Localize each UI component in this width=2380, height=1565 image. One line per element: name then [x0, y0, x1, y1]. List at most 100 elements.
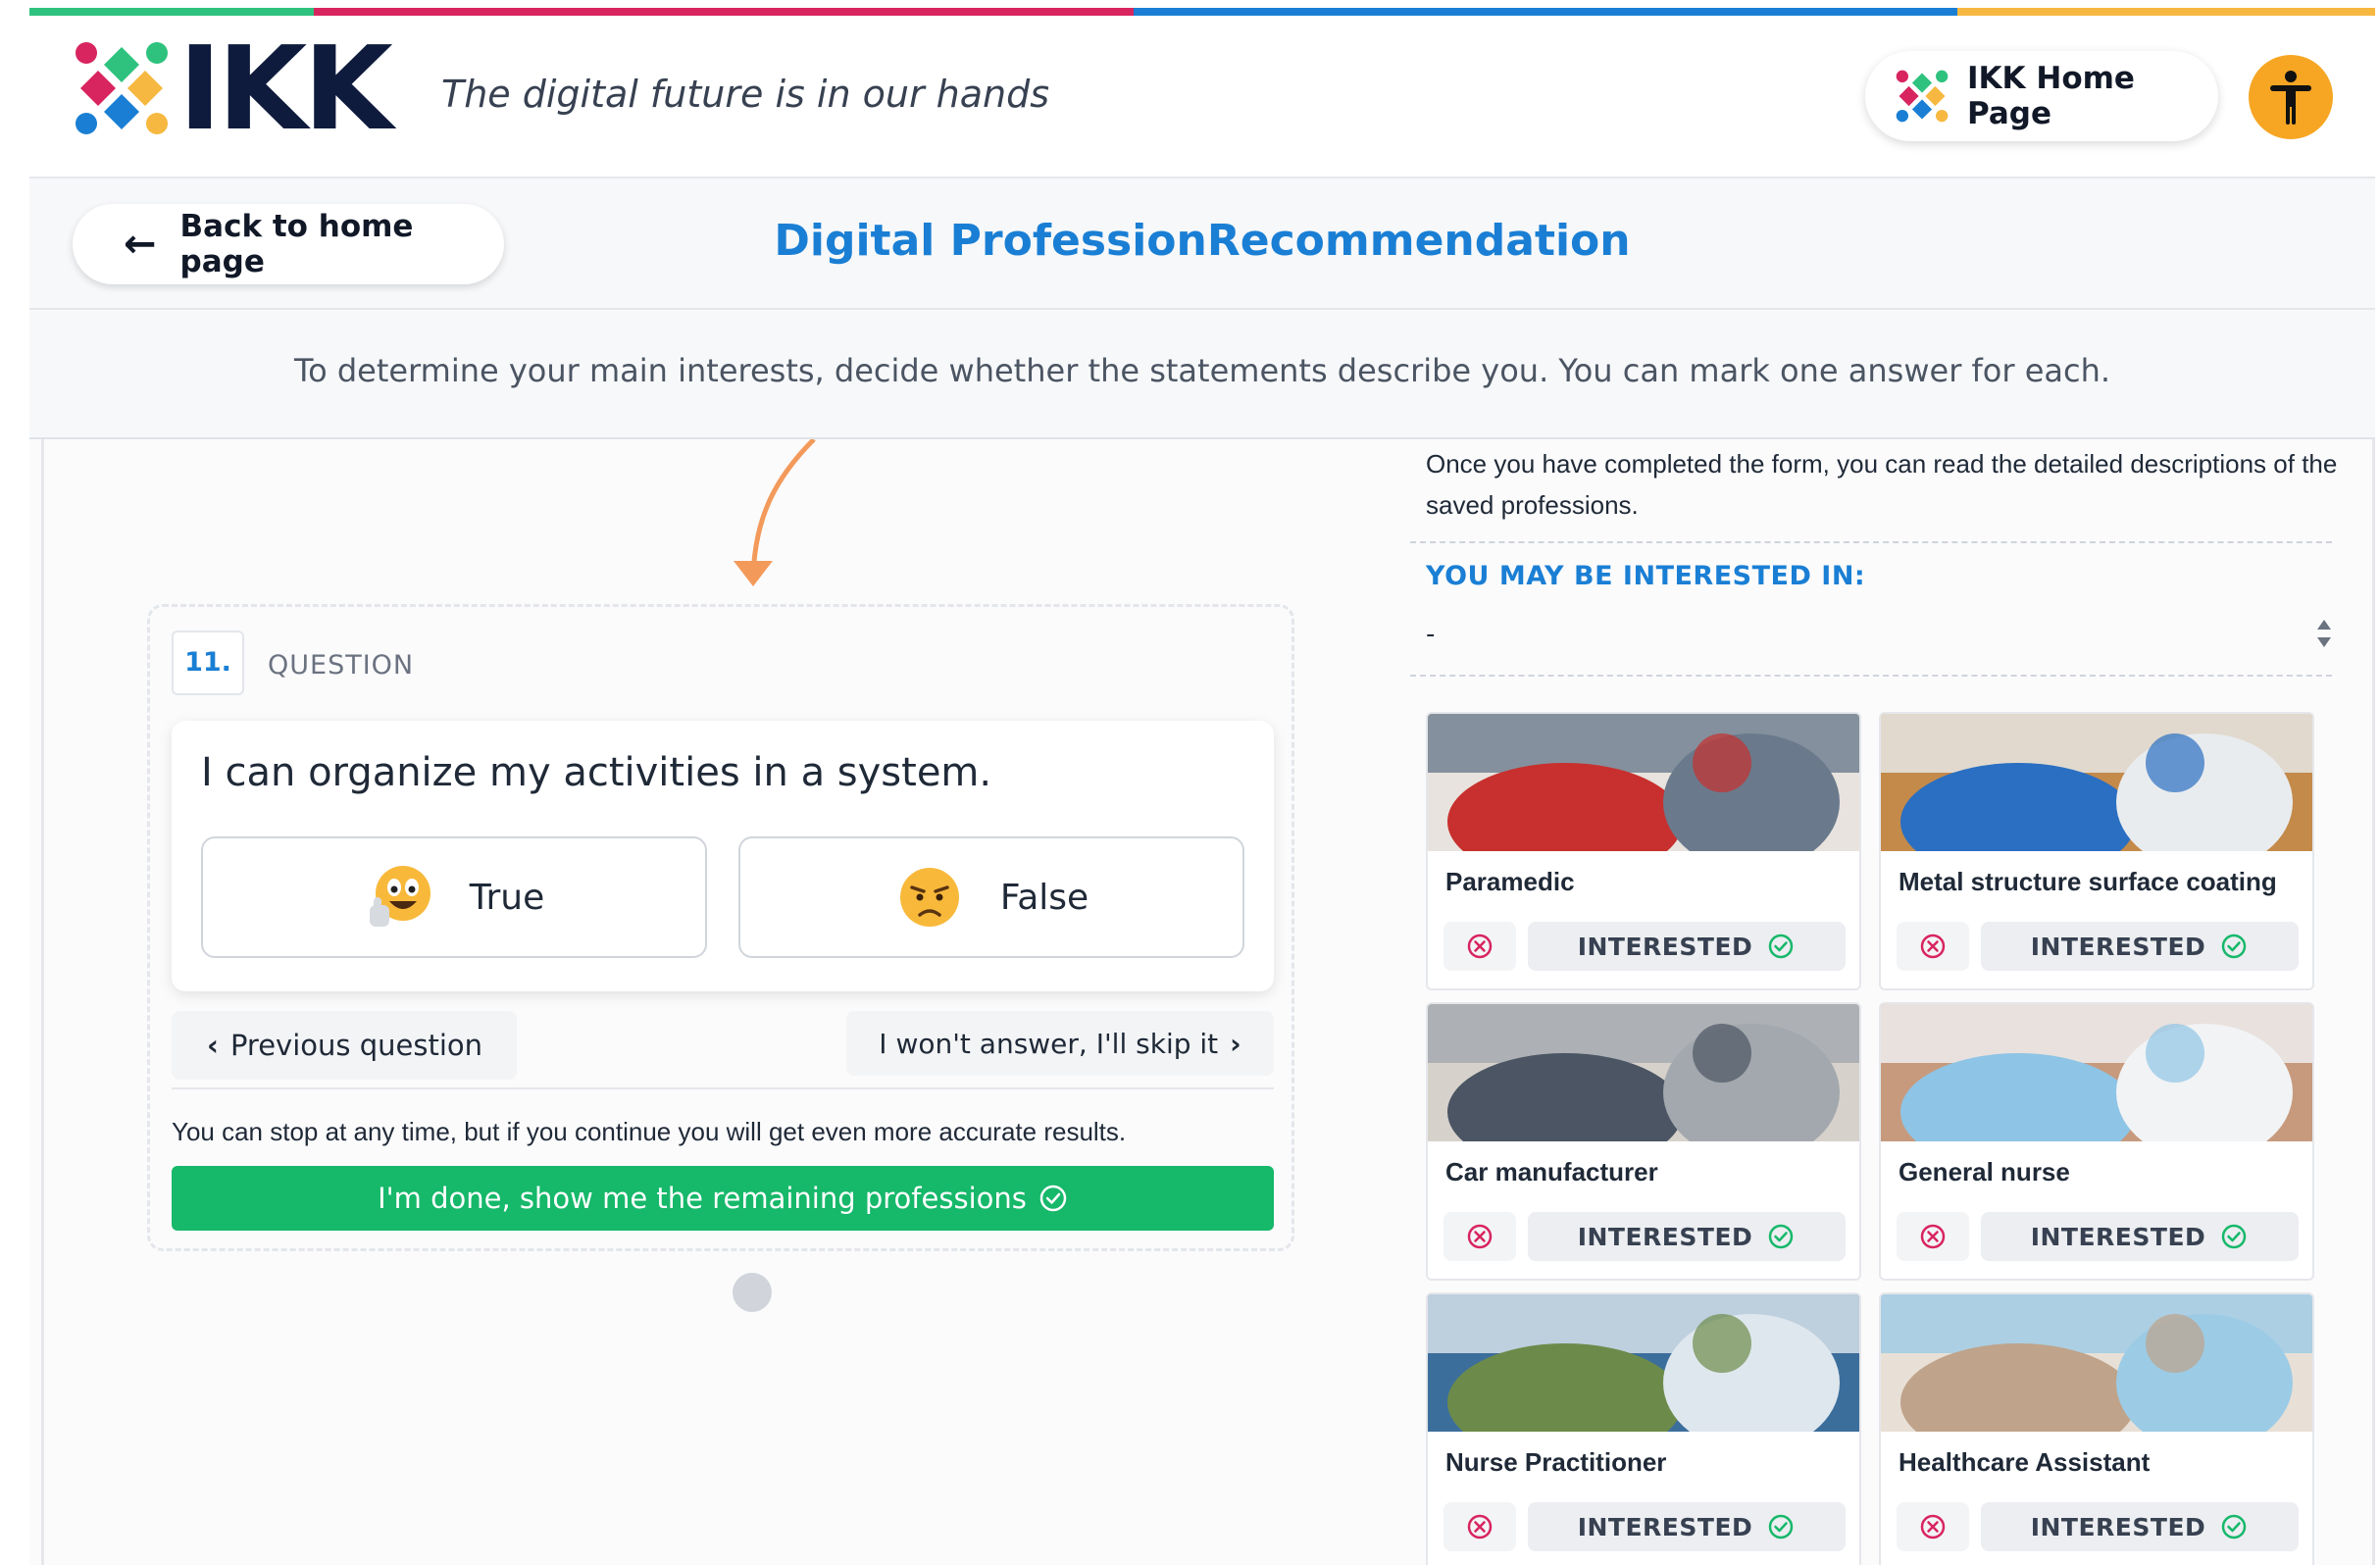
answer-true-label: True: [469, 877, 545, 918]
ikk-mini-logo-icon: [1895, 69, 1950, 124]
ikk-home-page-button[interactable]: IKK Home Page: [1865, 51, 2218, 141]
interested-button[interactable]: INTERESTED: [1981, 922, 2299, 971]
interested-button[interactable]: INTERESTED: [1981, 1212, 2299, 1261]
top-color-strip: [29, 8, 2375, 16]
profession-photo: [1881, 1004, 2312, 1141]
interested-label: INTERESTED: [1577, 1512, 1753, 1541]
answer-false-label: False: [999, 877, 1089, 918]
interested-button[interactable]: INTERESTED: [1981, 1502, 2299, 1551]
ikk-logo-icon: [73, 39, 171, 137]
logo-text: IKK: [178, 21, 393, 156]
stop-anytime-text: You can stop at any time, but if you con…: [172, 1117, 1127, 1146]
profession-card[interactable]: Metal structure surface coating INTERESTE…: [1879, 712, 2314, 990]
close-circle-icon: [1920, 934, 1946, 959]
sort-select[interactable]: -: [1426, 620, 1435, 649]
check-circle-icon: [1769, 934, 1794, 959]
left-border: [41, 439, 44, 1565]
done-show-professions-button[interactable]: I'm done, show me the remaining professi…: [172, 1166, 1274, 1231]
check-circle-icon: [1769, 1224, 1794, 1249]
profession-card[interactable]: Car manufacturer INTERESTED: [1426, 1002, 1861, 1281]
answer-false-button[interactable]: False: [738, 836, 1244, 958]
divider: [1410, 541, 2332, 543]
main-area: 11. QUESTION I can organize my activitie…: [29, 439, 2375, 1565]
arrow-left-icon: ←: [124, 222, 157, 267]
check-circle-icon: [2222, 1224, 2247, 1249]
close-circle-icon: [1467, 934, 1493, 959]
right-border: [2372, 439, 2375, 1565]
interested-label: INTERESTED: [2030, 1222, 2206, 1251]
profession-photo: [1881, 714, 2312, 851]
interested-label: INTERESTED: [2030, 932, 2206, 961]
profession-name: Paramedic: [1445, 867, 1575, 896]
profession-card[interactable]: General nurse INTERESTED: [1879, 1002, 2314, 1281]
title-bar: Digital ProfessionRecommendation ← Back …: [29, 178, 2375, 310]
question-navigation: ‹ Previous question I won't answer, I'll…: [172, 1011, 1274, 1089]
not-interested-button[interactable]: [1897, 1502, 1969, 1551]
interest-heading: YOU MAY BE INTERESTED IN:: [1426, 561, 1866, 591]
select-arrows-icon[interactable]: [2314, 614, 2334, 653]
profession-name: Metal structure surface coating: [1899, 867, 2277, 896]
curved-arrow-icon: [734, 439, 816, 586]
close-circle-icon: [1467, 1514, 1493, 1540]
back-to-home-button[interactable]: ← Back to home page: [73, 204, 504, 284]
strip-segment-green: [29, 8, 314, 16]
app-frame: IKK The digital future is in our hands I…: [29, 0, 2375, 1565]
profession-name: General nurse: [1899, 1157, 2070, 1186]
close-circle-icon: [1467, 1224, 1493, 1249]
strip-segment-red: [314, 8, 1134, 16]
check-circle-icon: [1039, 1185, 1067, 1212]
home-button-label: IKK Home Page: [1967, 61, 2135, 131]
back-button-label: Back to home page: [179, 209, 414, 279]
profession-photo: [1428, 1294, 1859, 1432]
divider: [1410, 675, 2332, 677]
accessibility-icon: [2270, 71, 2311, 125]
chevron-left-icon: ‹: [207, 1029, 219, 1062]
check-circle-icon: [2222, 1514, 2247, 1540]
accessibility-button[interactable]: [2249, 55, 2333, 139]
profession-photo: [1881, 1294, 2312, 1432]
interested-button[interactable]: INTERESTED: [1528, 1212, 1846, 1261]
thumbs-up-emoji-icon: [364, 862, 434, 933]
not-interested-button[interactable]: [1897, 1212, 1969, 1261]
close-circle-icon: [1920, 1514, 1946, 1540]
not-interested-button[interactable]: [1897, 922, 1969, 971]
sad-emoji-icon: [894, 862, 965, 933]
profession-name: Car manufacturer: [1445, 1157, 1658, 1186]
done-button-label: I'm done, show me the remaining professi…: [378, 1182, 1027, 1215]
question-text: I can organize my activities in a system…: [201, 750, 992, 795]
profession-name: Healthcare Assistant: [1899, 1447, 2151, 1477]
skip-question-label: I won't answer, I'll skip it: [879, 1027, 1219, 1060]
question-card: I can organize my activities in a system…: [172, 721, 1274, 991]
skip-question-button[interactable]: I won't answer, I'll skip it ›: [846, 1011, 1274, 1076]
progress-dot: [733, 1273, 772, 1312]
interested-label: INTERESTED: [1577, 932, 1753, 961]
question-label: QUESTION: [268, 650, 415, 681]
not-interested-button[interactable]: [1443, 1212, 1516, 1261]
profession-card[interactable]: Healthcare Assistant INTERESTED: [1879, 1292, 2314, 1565]
strip-segment-blue: [1134, 8, 1957, 16]
professions-panel: Once you have completed the form, you ca…: [1402, 439, 2344, 1565]
previous-question-label: Previous question: [229, 1029, 483, 1062]
interested-label: INTERESTED: [2030, 1512, 2206, 1541]
header: IKK The digital future is in our hands I…: [29, 16, 2375, 178]
profession-card[interactable]: Paramedic INTERESTED: [1426, 712, 1861, 990]
profession-photo: [1428, 714, 1859, 851]
interested-label: INTERESTED: [1577, 1222, 1753, 1251]
interested-button[interactable]: INTERESTED: [1528, 1502, 1846, 1551]
answer-true-button[interactable]: True: [201, 836, 707, 958]
strip-segment-yellow: [1957, 8, 2375, 16]
tagline: The digital future is in our hands: [441, 73, 1050, 116]
check-circle-icon: [2222, 934, 2247, 959]
profession-card[interactable]: Nurse Practitioner INTERESTED: [1426, 1292, 1861, 1565]
profession-photo: [1428, 1004, 1859, 1141]
chevron-right-icon: ›: [1230, 1027, 1241, 1060]
check-circle-icon: [1769, 1514, 1794, 1540]
not-interested-button[interactable]: [1443, 922, 1516, 971]
interested-button[interactable]: INTERESTED: [1528, 922, 1846, 971]
not-interested-button[interactable]: [1443, 1502, 1516, 1551]
profession-name: Nurse Practitioner: [1445, 1447, 1667, 1477]
ikk-logo[interactable]: IKK: [73, 21, 393, 156]
previous-question-button[interactable]: ‹ Previous question: [172, 1011, 517, 1080]
close-circle-icon: [1920, 1224, 1946, 1249]
question-number: 11.: [172, 631, 244, 695]
